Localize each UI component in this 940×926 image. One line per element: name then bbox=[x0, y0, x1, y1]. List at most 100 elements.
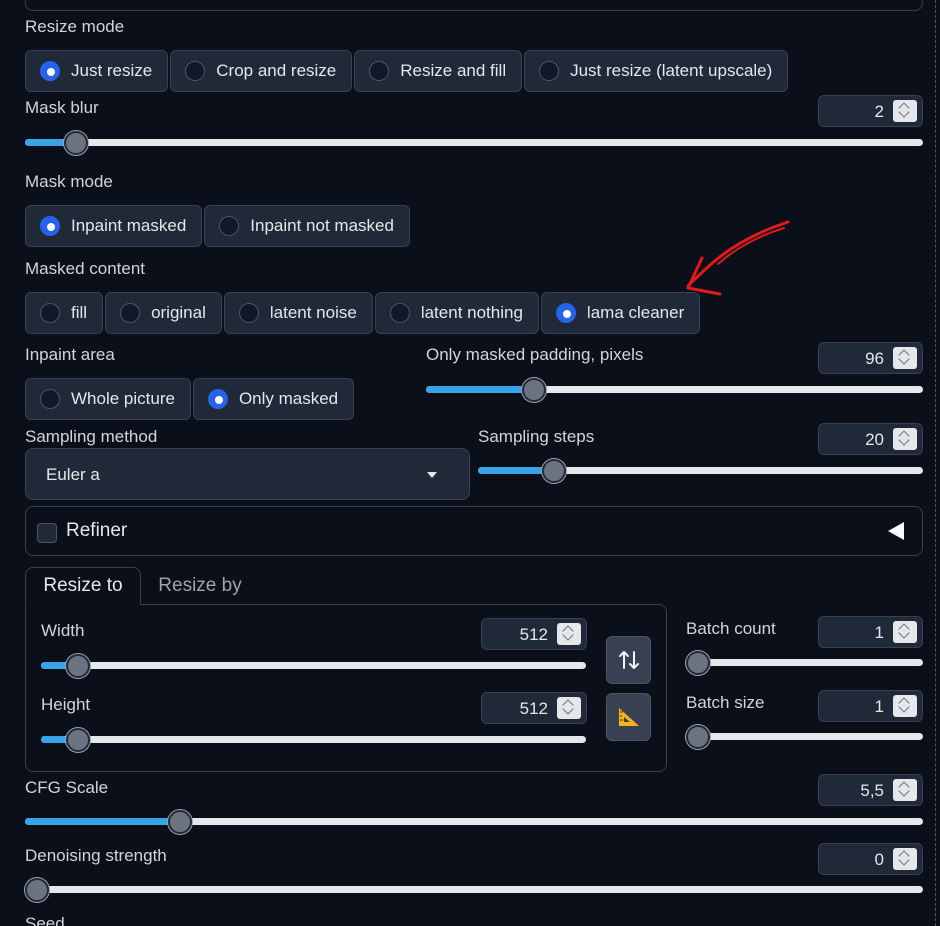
mask-mode-option[interactable]: Inpaint not masked bbox=[204, 205, 410, 247]
slider-track bbox=[25, 886, 923, 893]
masked-content-option[interactable]: latent noise bbox=[223, 292, 373, 334]
refiner-checkbox[interactable] bbox=[37, 523, 57, 543]
only-masked-padding-input[interactable]: 96 bbox=[818, 342, 923, 374]
cfg-scale-slider[interactable] bbox=[25, 808, 923, 836]
slider-thumb[interactable] bbox=[64, 131, 89, 155]
only-masked-padding-slider[interactable] bbox=[426, 376, 923, 404]
masked-content-option[interactable]: lama cleaner bbox=[540, 292, 701, 334]
resize-mode-option[interactable]: Resize and fill bbox=[354, 50, 523, 92]
masked-content-option[interactable]: original bbox=[105, 292, 222, 334]
batch-size-label: Batch size bbox=[686, 693, 765, 712]
radio-option-label: Resize and fill bbox=[400, 61, 507, 80]
sampling-steps-input[interactable]: 20 bbox=[818, 423, 923, 455]
denoising-strength-slider[interactable] bbox=[25, 876, 923, 904]
radio-option-label: Just resize (latent upscale) bbox=[570, 61, 773, 80]
batch-count-input[interactable]: 1 bbox=[818, 616, 923, 648]
refiner-title: Refiner bbox=[66, 520, 128, 541]
aspect-ratio-button[interactable] bbox=[606, 693, 651, 741]
masked-content-option[interactable]: fill bbox=[25, 292, 104, 334]
slider-thumb[interactable] bbox=[66, 654, 90, 678]
masked-content-label: Masked content bbox=[25, 259, 146, 278]
chevron-down-icon bbox=[427, 472, 437, 478]
cfg-scale-value: 5,5 bbox=[860, 781, 884, 800]
height-spinner-icon[interactable] bbox=[557, 697, 581, 719]
radio-circle-icon[interactable] bbox=[238, 303, 259, 323]
slider-thumb[interactable] bbox=[686, 651, 710, 675]
inpaint-area-label: Inpaint area bbox=[25, 345, 115, 364]
slider-fill bbox=[41, 736, 68, 743]
radio-option-label: Inpaint not masked bbox=[250, 216, 394, 235]
slider-track bbox=[686, 659, 923, 666]
radio-circle-icon[interactable] bbox=[40, 389, 60, 409]
radio-circle-icon[interactable] bbox=[40, 216, 60, 236]
height-input[interactable]: 512 bbox=[481, 692, 587, 724]
slider-track bbox=[686, 733, 923, 740]
swap-dimensions-button[interactable] bbox=[606, 636, 651, 684]
sampling-method-dropdown[interactable]: Euler a bbox=[25, 448, 470, 500]
slider-thumb[interactable] bbox=[542, 459, 567, 483]
radio-circle-icon[interactable] bbox=[40, 303, 60, 323]
width-input[interactable]: 512 bbox=[481, 618, 587, 650]
slider-thumb[interactable] bbox=[686, 725, 710, 749]
mask-mode-group: Inpaint masked Inpaint not masked bbox=[25, 205, 410, 247]
radio-circle-icon[interactable] bbox=[120, 303, 141, 323]
radio-option-label: lama cleaner bbox=[586, 303, 685, 322]
sampling-steps-slider[interactable] bbox=[478, 457, 923, 485]
masked-content-option[interactable]: latent nothing bbox=[374, 292, 539, 334]
slider-track bbox=[25, 139, 923, 146]
slider-thumb[interactable] bbox=[522, 378, 547, 402]
sampling-steps-label: Sampling steps bbox=[478, 427, 595, 446]
radio-option-label: Inpaint masked bbox=[71, 216, 187, 235]
batch-count-slider[interactable] bbox=[686, 649, 923, 677]
slider-thumb[interactable] bbox=[168, 810, 193, 834]
width-label: Width bbox=[41, 621, 85, 640]
batch-size-slider[interactable] bbox=[686, 723, 923, 751]
sampling-method-value: Euler a bbox=[46, 465, 100, 484]
sampling-steps-spinner-icon[interactable] bbox=[893, 428, 917, 450]
collapse-triangle-icon[interactable] bbox=[888, 522, 904, 540]
tab-resize-by[interactable]: Resize by bbox=[141, 567, 259, 605]
denoising-strength-input[interactable]: 0 bbox=[818, 843, 923, 875]
height-slider[interactable] bbox=[41, 726, 586, 754]
slider-thumb[interactable] bbox=[25, 878, 49, 902]
resize-mode-option[interactable]: Just resize bbox=[25, 50, 169, 92]
swap-vertical-arrows-icon bbox=[618, 651, 639, 669]
slider-thumb[interactable] bbox=[66, 728, 90, 752]
cfg-scale-spinner-icon[interactable] bbox=[893, 779, 917, 801]
batch-size-spinner-icon[interactable] bbox=[893, 695, 917, 717]
mask-blur-input[interactable]: 2 bbox=[818, 95, 923, 127]
mask-blur-spinner-icon[interactable] bbox=[893, 100, 917, 122]
batch-count-spinner-icon[interactable] bbox=[893, 621, 917, 643]
padding-spinner-icon[interactable] bbox=[893, 347, 917, 369]
slider-track bbox=[41, 736, 586, 743]
radio-circle-icon[interactable] bbox=[219, 216, 240, 236]
seed-label: Seed bbox=[25, 914, 65, 926]
cfg-scale-input[interactable]: 5,5 bbox=[818, 774, 923, 806]
inpaint-area-option[interactable]: Only masked bbox=[192, 378, 355, 420]
width-slider[interactable] bbox=[41, 652, 586, 680]
radio-option-label: Only masked bbox=[238, 389, 339, 408]
height-label: Height bbox=[41, 695, 91, 714]
inpaint-area-option[interactable]: Whole picture bbox=[25, 378, 191, 420]
batch-size-input[interactable]: 1 bbox=[818, 690, 923, 722]
resize-mode-option[interactable]: Just resize (latent upscale) bbox=[524, 50, 789, 92]
mask-blur-slider[interactable] bbox=[25, 129, 923, 157]
sampling-method-label: Sampling method bbox=[25, 427, 158, 446]
width-spinner-icon[interactable] bbox=[557, 623, 581, 645]
radio-circle-icon[interactable] bbox=[185, 61, 206, 81]
radio-circle-icon[interactable] bbox=[555, 303, 576, 323]
radio-circle-icon[interactable] bbox=[207, 389, 228, 409]
mask-mode-option[interactable]: Inpaint masked bbox=[25, 205, 203, 247]
resize-mode-option[interactable]: Crop and resize bbox=[170, 50, 353, 92]
radio-circle-icon[interactable] bbox=[539, 61, 560, 81]
cfg-scale-label: CFG Scale bbox=[25, 778, 109, 797]
batch-size-value: 1 bbox=[874, 697, 884, 716]
scroll-divider bbox=[935, 0, 936, 926]
radio-circle-icon[interactable] bbox=[40, 61, 60, 81]
radio-circle-icon[interactable] bbox=[369, 61, 390, 81]
radio-circle-icon[interactable] bbox=[389, 303, 410, 323]
tab-resize-to[interactable]: Resize to bbox=[25, 567, 141, 605]
refiner-accordion[interactable]: Refiner bbox=[25, 506, 923, 556]
mask-blur-label: Mask blur bbox=[25, 98, 99, 117]
denoising-spinner-icon[interactable] bbox=[893, 848, 917, 870]
